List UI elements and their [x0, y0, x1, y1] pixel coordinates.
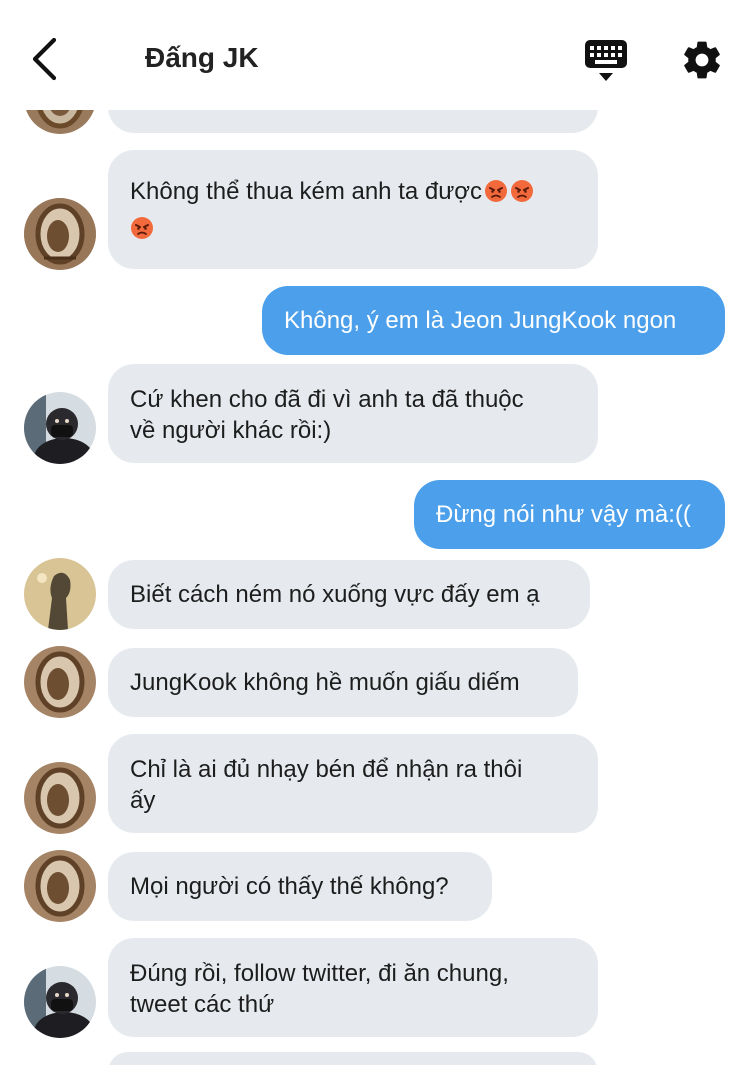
message-text: Biết cách ném nó xuống vực đấy em ạ: [130, 581, 540, 608]
message-text-line: Cứ khen cho đã đi vì anh ta đã thuộc: [130, 386, 524, 413]
message-text-line: Đúng rồi, follow twitter, đi ăn chung,: [130, 960, 509, 987]
chevron-left-icon: [32, 37, 57, 81]
page-title: Đấng JK: [145, 42, 259, 73]
message-text: JungKook không hề muốn giấu diếm: [130, 669, 520, 696]
message-text-line: Chỉ là ai đủ nhạy bén để nhận ra thôi: [130, 756, 523, 783]
message-bubble-incoming[interactable]: Biết cách ném nó xuống vực đấy em ạ: [108, 560, 590, 629]
message-text: Không, ý em là Jeon JungKook ngon: [284, 307, 677, 334]
message-bubble-outgoing[interactable]: Đừng nói như vậy mà:((: [414, 480, 725, 549]
keyboard-button[interactable]: [583, 38, 629, 84]
message-bubble-incoming[interactable]: Đúng rồi, follow twitter, đi ăn chung, t…: [108, 938, 598, 1037]
avatar[interactable]: [24, 646, 96, 718]
message-text-line: về người khác rồi:): [130, 417, 332, 444]
back-button[interactable]: [24, 34, 68, 84]
message-bubble-outgoing[interactable]: Không, ý em là Jeon JungKook ngon: [262, 286, 725, 355]
chat-screen: Không thể thua kém anh ta được Không, ý …: [0, 0, 750, 1065]
message-bubble-incoming[interactable]: Không thể thua kém anh ta được: [108, 150, 598, 269]
settings-button[interactable]: [680, 38, 724, 82]
avatar[interactable]: [24, 392, 96, 464]
message-text-line: tweet các thứ: [130, 991, 275, 1018]
avatar[interactable]: [24, 850, 96, 922]
message-bubble-incoming[interactable]: Chỉ là ai đủ nhạy bén để nhận ra thôi ấy: [108, 734, 598, 833]
angry-face-icon: [130, 216, 154, 240]
message-text: Không thể thua kém anh ta được: [130, 178, 483, 205]
avatar[interactable]: [24, 762, 96, 834]
message-text: Đừng nói như vậy mà:((: [436, 501, 691, 528]
avatar[interactable]: [24, 198, 96, 270]
message-bubble-incoming[interactable]: JungKook không hề muốn giấu diếm: [108, 648, 578, 717]
message-bubble-incoming[interactable]: [108, 1052, 598, 1065]
keyboard-icon: [585, 40, 627, 81]
chat-header: Đấng JK: [0, 0, 750, 110]
gear-icon: [684, 41, 720, 79]
message-bubble-incoming[interactable]: Mọi người có thấy thế không?: [108, 852, 492, 921]
angry-face-icon: [510, 179, 534, 203]
avatar[interactable]: [24, 966, 96, 1038]
avatar[interactable]: [24, 558, 96, 630]
message-text: Mọi người có thấy thế không?: [130, 873, 449, 900]
message-bubble-incoming[interactable]: Cứ khen cho đã đi vì anh ta đã thuộc về …: [108, 364, 598, 463]
message-text-line: ấy: [130, 787, 156, 814]
angry-face-icon: [484, 179, 508, 203]
